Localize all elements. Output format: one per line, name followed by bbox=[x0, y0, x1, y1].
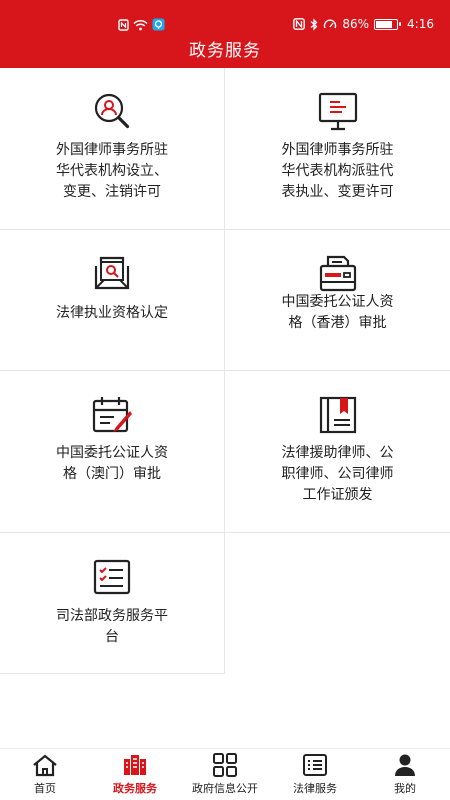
user-icon bbox=[395, 754, 415, 776]
bluetooth-icon bbox=[310, 17, 318, 31]
clock: 4:16 bbox=[407, 17, 434, 31]
app-notification-icon bbox=[152, 18, 165, 31]
printer-icon bbox=[316, 252, 360, 296]
tab-label: 我的 bbox=[394, 782, 416, 795]
app-header: 86% 4:16 政务服务 bbox=[0, 0, 450, 68]
tab-government-info[interactable]: 政府信息公开 bbox=[180, 749, 270, 800]
battery-percent: 86% bbox=[342, 17, 370, 31]
tab-label: 政府信息公开 bbox=[192, 782, 258, 795]
bottom-tab-bar: 首页 政务服务 政府信息公开 法律服务 我的 bbox=[0, 748, 450, 800]
status-bar: 86% 4:16 bbox=[0, 16, 450, 36]
nfc-n-icon bbox=[293, 18, 306, 30]
building-icon bbox=[124, 755, 146, 775]
speedometer-icon bbox=[323, 18, 337, 30]
page-title: 政务服务 bbox=[189, 41, 261, 61]
home-icon bbox=[33, 754, 57, 777]
list-icon bbox=[303, 754, 327, 776]
service-tile-lawyer-work-permit[interactable]: 法律援助律师、公 职律师、公司律师 工作证颁发 bbox=[225, 371, 450, 533]
service-label: 中国委托公证人资 格（澳门）审批 bbox=[56, 445, 168, 482]
nfc-icon bbox=[118, 18, 129, 31]
battery-icon bbox=[374, 18, 402, 30]
status-left-icons bbox=[118, 18, 165, 31]
service-label: 外国律师事务所驻 华代表机构派驻代 表执业、变更许可 bbox=[281, 142, 394, 200]
tab-label: 首页 bbox=[34, 782, 56, 795]
battery-fill bbox=[376, 20, 393, 28]
tab-home[interactable]: 首页 bbox=[0, 749, 90, 800]
service-label: 中国委托公证人资 格（香港）审批 bbox=[281, 294, 394, 331]
book-bookmark-icon bbox=[316, 393, 360, 437]
service-label: 司法部政务服务平 台 bbox=[56, 608, 168, 645]
tab-profile[interactable]: 我的 bbox=[360, 749, 450, 800]
id-document-icon bbox=[90, 252, 134, 296]
service-tile-notary-macau[interactable]: 中国委托公证人资 格（澳门）审批 bbox=[0, 371, 225, 533]
tab-label: 政务服务 bbox=[113, 782, 157, 795]
calendar-edit-icon bbox=[90, 393, 134, 437]
service-tile-legal-qualification[interactable]: 法律执业资格认定 bbox=[0, 230, 225, 371]
service-tile-government-platform[interactable]: 司法部政务服务平 台 bbox=[0, 533, 225, 674]
service-label: 法律援助律师、公 职律师、公司律师 工作证颁发 bbox=[281, 445, 394, 503]
wifi-icon bbox=[133, 19, 148, 31]
tab-legal-services[interactable]: 法律服务 bbox=[270, 749, 360, 800]
monitor-icon bbox=[316, 90, 360, 134]
service-label: 外国律师事务所驻 华代表机构设立、 变更、注销许可 bbox=[56, 142, 168, 200]
service-label: 法律执业资格认定 bbox=[56, 305, 168, 321]
person-search-icon bbox=[90, 90, 134, 134]
checklist-icon bbox=[90, 555, 134, 599]
status-right-icons: 86% 4:16 bbox=[293, 17, 434, 31]
grid-icon bbox=[213, 753, 237, 777]
service-tile-notary-hongkong[interactable]: 中国委托公证人资 格（香港）审批 bbox=[225, 230, 450, 371]
service-tile-foreign-office-permit[interactable]: 外国律师事务所驻 华代表机构设立、 变更、注销许可 bbox=[0, 68, 225, 230]
service-tile-foreign-representative-practice[interactable]: 外国律师事务所驻 华代表机构派驻代 表执业、变更许可 bbox=[225, 68, 450, 230]
tab-government-services[interactable]: 政务服务 bbox=[90, 749, 180, 800]
tab-label: 法律服务 bbox=[293, 782, 337, 795]
